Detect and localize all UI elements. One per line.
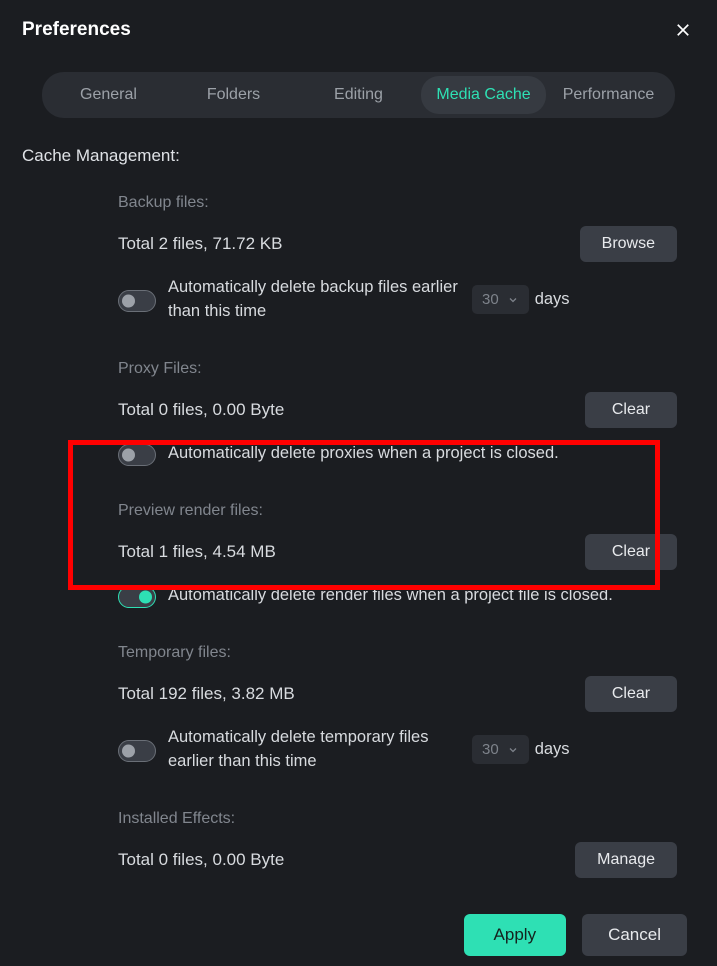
- window-title: Preferences: [22, 19, 131, 41]
- close-button[interactable]: [671, 18, 695, 42]
- preview-clear-button[interactable]: Clear: [585, 534, 677, 570]
- proxy-label: Proxy Files:: [118, 360, 677, 378]
- tab-editing[interactable]: Editing: [296, 76, 421, 114]
- tab-media-cache[interactable]: Media Cache: [421, 76, 546, 114]
- tab-general[interactable]: General: [46, 76, 171, 114]
- manage-button[interactable]: Manage: [575, 842, 677, 878]
- temp-stat: Total 192 files, 3.82 MB: [118, 684, 295, 704]
- preview-toggle-label: Automatically delete render files when a…: [168, 584, 677, 608]
- close-icon: [674, 21, 692, 39]
- proxy-section: Proxy Files: Total 0 files, 0.00 Byte Cl…: [118, 360, 677, 466]
- temp-label: Temporary files:: [118, 644, 677, 662]
- temp-toggle-label: Automatically delete temporary files ear…: [168, 726, 468, 774]
- chevron-down-icon: [507, 294, 519, 306]
- proxy-stat: Total 0 files, 0.00 Byte: [118, 400, 284, 420]
- effects-stat: Total 0 files, 0.00 Byte: [118, 850, 284, 870]
- preview-toggle[interactable]: [118, 586, 156, 608]
- chevron-down-icon: [507, 744, 519, 756]
- temp-clear-button[interactable]: Clear: [585, 676, 677, 712]
- proxy-clear-button[interactable]: Clear: [585, 392, 677, 428]
- backup-days-unit: days: [535, 290, 570, 309]
- proxy-toggle[interactable]: [118, 444, 156, 466]
- effects-label: Installed Effects:: [118, 810, 677, 828]
- backup-stat: Total 2 files, 71.72 KB: [118, 234, 282, 254]
- preview-section: Preview render files: Total 1 files, 4.5…: [118, 502, 677, 608]
- backup-days-value: 30: [482, 291, 499, 308]
- effects-section: Installed Effects: Total 0 files, 0.00 B…: [118, 810, 677, 878]
- temp-section: Temporary files: Total 192 files, 3.82 M…: [118, 644, 677, 774]
- backup-days-select[interactable]: 30: [472, 285, 529, 314]
- tab-folders[interactable]: Folders: [171, 76, 296, 114]
- backup-toggle[interactable]: [118, 290, 156, 312]
- proxy-toggle-label: Automatically delete proxies when a proj…: [168, 442, 677, 466]
- temp-days-select[interactable]: 30: [472, 735, 529, 764]
- backup-section: Backup files: Total 2 files, 71.72 KB Br…: [118, 194, 677, 324]
- preview-label: Preview render files:: [118, 502, 677, 520]
- temp-toggle[interactable]: [118, 740, 156, 762]
- tab-performance[interactable]: Performance: [546, 76, 671, 114]
- temp-days-value: 30: [482, 741, 499, 758]
- tabs-container: General Folders Editing Media Cache Perf…: [42, 72, 675, 118]
- browse-button[interactable]: Browse: [580, 226, 677, 262]
- backup-label: Backup files:: [118, 194, 677, 212]
- page-section-title: Cache Management:: [22, 146, 695, 166]
- preview-stat: Total 1 files, 4.54 MB: [118, 542, 276, 562]
- backup-toggle-label: Automatically delete backup files earlie…: [168, 276, 468, 324]
- temp-days-unit: days: [535, 740, 570, 759]
